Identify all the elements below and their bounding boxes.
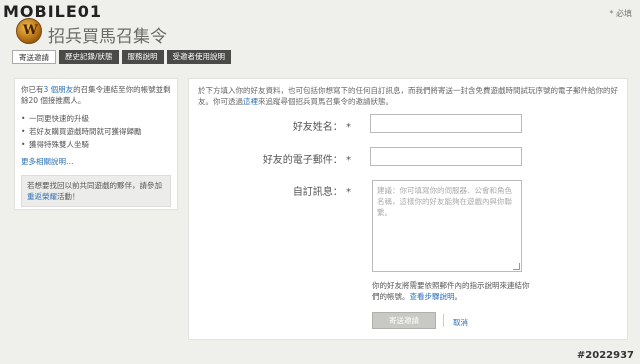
track-here-link[interactable]: 這裡	[243, 97, 258, 106]
required-mark: *	[346, 187, 351, 198]
recruit-text: 若想要找回以前共同遊戲的夥伴，請參加	[27, 181, 162, 190]
list-item: 若好友購買遊戲時間就可獲得歸勵	[21, 125, 171, 138]
friend-email-input[interactable]	[370, 147, 522, 166]
tab-service-info[interactable]: 服務說明	[121, 50, 164, 64]
tab-send-invite[interactable]: 寄送邀請	[12, 50, 56, 64]
required-mark: *	[346, 122, 351, 133]
return-glory-link[interactable]: 重返榮耀	[27, 192, 57, 201]
friend-email-label: 好友的電子郵件： *	[229, 151, 351, 166]
message-label-text: 自訂訊息：	[292, 187, 343, 198]
sidebar-intro: 你已有3 個朋友的召集令連結至你的帳號並剩餘20 個接推薦人。	[21, 84, 171, 106]
watermark: #2022937	[576, 350, 634, 361]
tab-history[interactable]: 歷史記錄/狀態	[59, 50, 119, 64]
sidebar-panel: 你已有3 個朋友的召集令連結至你的帳號並剩餘20 個接推薦人。 一同更快速的升級…	[14, 78, 178, 210]
tab-invitee-guide[interactable]: 受邀者使用說明	[166, 50, 232, 64]
list-item: 獲得特殊雙人坐騎	[21, 138, 171, 151]
note-text-2: 。	[454, 292, 463, 301]
friend-name-label-text: 好友姓名：	[292, 122, 343, 133]
friends-count-link[interactable]: 3 個朋友	[44, 85, 74, 94]
invite-form-panel: 於下方填入你的好友資料，也可包括你想寫下的任何自訂訊息，而我們將寄送一封含免費遊…	[188, 78, 628, 340]
view-steps-link[interactable]: 查看步驟說明	[410, 292, 455, 301]
required-mark: *	[346, 155, 351, 166]
tab-bar: 寄送邀請 歷史記錄/狀態 服務說明 受邀者使用說明	[12, 50, 232, 64]
mobile01-logo[interactable]: MOBILE01	[3, 2, 102, 21]
cancel-link[interactable]: 取消	[453, 317, 468, 328]
message-placeholder: 建議：你可填寫你的伺服器、公會和角色名稱，這樣你的好友能夠在遊戲內與你聯繫。	[377, 186, 512, 217]
recruit-box: 若想要找回以前共同遊戲的夥伴，請參加重返榮耀活動！	[21, 175, 171, 207]
form-intro-text-2: 來追蹤尋個招兵買馬召集令的邀請狀態。	[258, 97, 393, 106]
recruit-text-2: 活動！	[57, 192, 80, 201]
required-notice: * 必填	[609, 9, 632, 18]
sidebar-intro-text: 你已有	[21, 85, 44, 94]
friend-name-input[interactable]	[370, 114, 522, 133]
site-topbar: MOBILE01 * 必填	[0, 0, 640, 24]
custom-message-textarea[interactable]: 建議：你可填寫你的伺服器、公會和角色名稱，這樣你的好友能夠在遊戲內與你聯繫。	[372, 180, 522, 272]
wow-logo-icon: W	[16, 18, 42, 44]
form-intro: 於下方填入你的好友資料，也可包括你想寫下的任何自訂訊息，而我們將寄送一封含免費遊…	[198, 85, 618, 107]
button-divider	[443, 314, 444, 327]
page-title: 招兵買馬召集令	[48, 27, 167, 47]
list-item: 一同更快速的升級	[21, 112, 171, 125]
friend-name-label: 好友姓名： *	[259, 118, 351, 133]
friend-email-label-text: 好友的電子郵件：	[262, 155, 343, 166]
benefits-list: 一同更快速的升級 若好友購買遊戲時間就可獲得歸勵 獲得特殊雙人坐騎	[21, 112, 171, 151]
link-accounts-note: 你的好友將需要依照郵件內的指示說明來連結你們的帳號。查看步驟說明。	[372, 280, 532, 302]
more-info-link[interactable]: 更多相關說明…	[21, 156, 171, 167]
message-label: 自訂訊息： *	[259, 183, 351, 198]
send-invite-button[interactable]: 寄送邀請	[372, 312, 436, 329]
resize-grip-icon[interactable]	[513, 263, 520, 270]
